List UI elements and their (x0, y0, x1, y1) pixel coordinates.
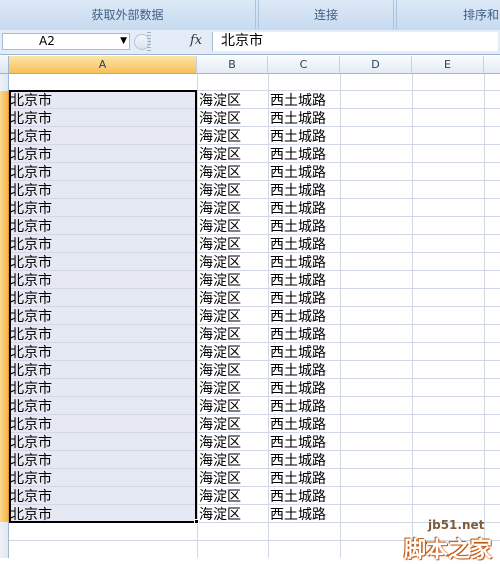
cell-c[interactable]: 西土城路 (270, 218, 340, 236)
cell-c[interactable]: 西土城路 (270, 506, 340, 524)
column-header-d[interactable]: D (340, 56, 412, 74)
cell-b[interactable]: 海淀区 (199, 434, 267, 452)
watermark-logo-text: 脚本之家 (404, 538, 493, 563)
name-box[interactable]: A2 ▼ (2, 33, 130, 50)
cell-c[interactable]: 西土城路 (270, 344, 340, 362)
cell-c[interactable]: 西土城路 (270, 416, 340, 434)
cell-c[interactable]: 西土城路 (270, 272, 340, 290)
ribbon-group-bar: 获取外部数据 连接 排序和 (0, 0, 500, 31)
cell-c[interactable]: 西土城路 (270, 290, 340, 308)
cell-c[interactable]: 西土城路 (270, 236, 340, 254)
cell-b[interactable]: 海淀区 (199, 416, 267, 434)
fill-handle[interactable] (194, 519, 199, 524)
row-header-selected[interactable] (0, 91, 9, 522)
cell-b[interactable]: 海淀区 (199, 92, 267, 110)
column-header-a[interactable]: A (9, 56, 197, 74)
cell-c[interactable]: 西土城路 (270, 488, 340, 506)
cell-b[interactable]: 海淀区 (199, 326, 267, 344)
cell-c[interactable]: 西土城路 (270, 200, 340, 218)
cell-b[interactable]: 海淀区 (199, 488, 267, 506)
cell-c[interactable]: 西土城路 (270, 92, 340, 110)
cell-b[interactable]: 海淀区 (199, 290, 267, 308)
cell-b[interactable]: 海淀区 (199, 164, 267, 182)
cell-b[interactable]: 海淀区 (199, 308, 267, 326)
cell-c[interactable]: 西土城路 (270, 308, 340, 326)
cell-b[interactable]: 海淀区 (199, 398, 267, 416)
cell-b[interactable]: 海淀区 (199, 218, 267, 236)
chevron-down-icon[interactable]: ▼ (120, 34, 127, 49)
cell-c[interactable]: 西土城路 (270, 254, 340, 272)
cell-b[interactable]: 海淀区 (199, 128, 267, 146)
cell-b[interactable]: 海淀区 (199, 146, 267, 164)
cell-c[interactable]: 西土城路 (270, 146, 340, 164)
formula-input[interactable]: 北京市 (212, 32, 498, 51)
name-box-value: A2 (39, 34, 55, 48)
cell-c[interactable]: 西土城路 (270, 128, 340, 146)
column-header-c[interactable]: C (268, 56, 340, 74)
cell-b[interactable]: 海淀区 (199, 200, 267, 218)
cell-c[interactable]: 西土城路 (270, 452, 340, 470)
cell-b[interactable]: 海淀区 (199, 470, 267, 488)
cell-c[interactable]: 西土城路 (270, 182, 340, 200)
cell-c[interactable]: 西土城路 (270, 380, 340, 398)
ribbon-group-sort[interactable]: 排序和 (396, 0, 500, 29)
cell-c[interactable]: 西土城路 (270, 164, 340, 182)
cell-b[interactable]: 海淀区 (199, 380, 267, 398)
cell-b[interactable]: 海淀区 (199, 182, 267, 200)
cell-b[interactable]: 海淀区 (199, 110, 267, 128)
insert-function-icon[interactable]: fx (190, 33, 202, 48)
cell-c[interactable]: 西土城路 (270, 110, 340, 128)
select-all-corner[interactable] (0, 56, 9, 74)
cell-c[interactable]: 西土城路 (270, 362, 340, 380)
cell-b[interactable]: 海淀区 (199, 254, 267, 272)
column-header-e[interactable]: E (412, 56, 484, 74)
cell-b[interactable]: 海淀区 (199, 344, 267, 362)
cell-c[interactable]: 西土城路 (270, 398, 340, 416)
cell-c[interactable]: 西土城路 (270, 326, 340, 344)
ribbon-group-connections[interactable]: 连接 (258, 0, 394, 29)
cell-c[interactable]: 西土城路 (270, 470, 340, 488)
cell-b[interactable]: 海淀区 (199, 452, 267, 470)
selection-border (9, 90, 197, 523)
watermark-url: jb51.net (428, 518, 485, 532)
cell-c[interactable]: 西土城路 (270, 434, 340, 452)
splitter-grip-icon[interactable] (147, 32, 151, 52)
cell-b[interactable]: 海淀区 (199, 506, 267, 524)
cell-b[interactable]: 海淀区 (199, 362, 267, 380)
ribbon-group-get-external-data[interactable]: 获取外部数据 (0, 0, 256, 29)
column-header-f[interactable] (484, 56, 500, 74)
worksheet: A B C D E 北京市 海淀区 西土城路 北京市 海淀区 西土城路 北京市 海淀区 西土城路… (0, 55, 500, 558)
cell-b[interactable]: 海淀区 (199, 272, 267, 290)
cell-b[interactable]: 海淀区 (199, 236, 267, 254)
formula-bar: A2 ▼ fx 北京市 (0, 30, 500, 55)
column-header-b[interactable]: B (197, 56, 268, 74)
